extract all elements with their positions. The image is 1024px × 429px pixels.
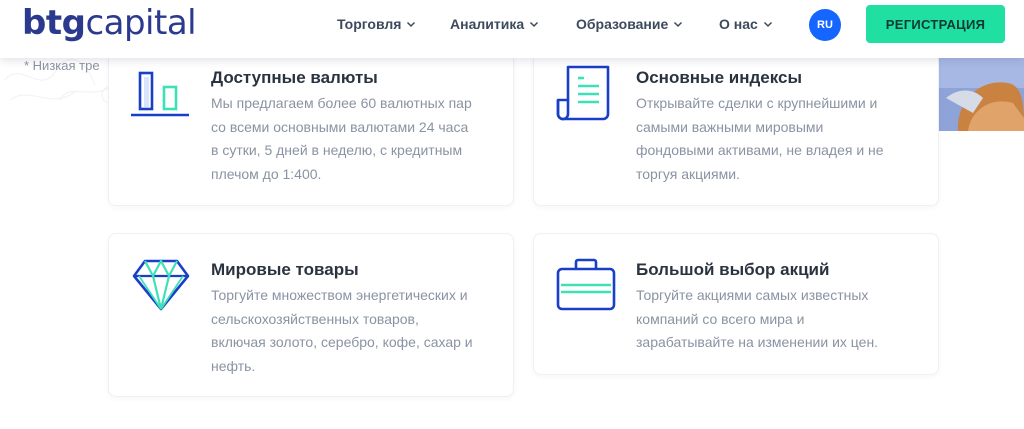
nav-item-trading[interactable]: Торговля [337,16,416,32]
card-description-line: самыми важными мировыми [636,118,824,135]
register-button[interactable]: РЕГИСТРАЦИЯ [866,5,1005,43]
logo-bold-part: btg [22,3,86,43]
card-description-line: компаний со всего мира и [636,310,805,327]
chevron-down-icon [763,21,772,28]
site-header: btgcapital Торговля Аналитика Образовани… [0,0,1024,58]
card-description-line: Мы предлагаем более 60 валютных пар [211,95,472,111]
card-description-line: Торгуйте множеством энергетических и [211,287,468,303]
card-description-line: в сутки, 5 дней в неделю, с кредитным [211,142,463,158]
feature-card-stocks: Большой выбор акций Торгуйте акциями сам… [533,233,939,375]
card-title: Доступные валюты [211,68,378,87]
language-switcher[interactable]: RU [809,9,841,41]
chevron-down-icon [674,21,683,28]
card-title: Большой выбор акций [636,260,830,279]
card-description-line: плечом до 1:400. [211,165,322,182]
logo[interactable]: btgcapital [22,3,197,43]
card-description-line: фондовыми активами, не владея и не [636,142,884,158]
document-scroll-icon [556,65,610,121]
chevron-down-icon [407,21,416,28]
card-description: Торгуйте акциями самых известных компани… [636,284,878,355]
card-title: Основные индексы [636,68,802,87]
card-description: Мы предлагаем более 60 валютных пар со в… [211,92,472,186]
nav-item-education[interactable]: Образование [576,16,683,32]
logo-rest-part: capital [85,3,197,43]
nav-item-label: Торговля [337,16,402,32]
card-description-line: Открывайте сделки с крупнейшими и [636,95,878,111]
card-description-line: сельскохозяйственных товаров, [211,310,419,327]
nav-item-label: О нас [719,16,758,32]
card-description-line: со всеми основными валютами 24 часа [211,118,469,135]
card-title: Мировые товары [211,260,359,279]
chevron-down-icon [530,21,539,28]
hero-photo [938,58,1024,131]
nav-item-about[interactable]: О нас [719,16,773,32]
nav-item-label: Аналитика [450,16,525,32]
briefcase-icon [556,258,616,311]
nav-item-label: Образование [576,16,669,32]
card-description-line: Торгуйте акциями самых известных [636,287,869,303]
page: btgcapital Торговля Аналитика Образовани… [0,0,1024,429]
card-description-line: торгуя акциями. [636,165,740,182]
feature-card-commodities: Мировые товары Торгуйте множеством энерг… [108,233,514,397]
card-description: Открывайте сделки с крупнейшими и самыми… [636,92,884,186]
card-description-line: нефть. [211,357,256,374]
feature-card-indices: Основные индексы Открывайте сделки с кру… [533,52,939,206]
card-description-line: включая золото, серебро, кофе, сахар и [211,334,473,350]
card-description: Торгуйте множеством энергетических и сел… [211,284,473,378]
card-description-line: зарабатывайте на изменении их цен. [636,334,879,350]
diamond-icon [132,258,190,311]
nav-item-analytics[interactable]: Аналитика [450,16,539,32]
footnote-text: * Низкая тре [24,58,100,73]
feature-card-currencies: Доступные валюты Мы предлагаем более 60 … [108,52,514,206]
bar-chart-icon [131,71,189,117]
